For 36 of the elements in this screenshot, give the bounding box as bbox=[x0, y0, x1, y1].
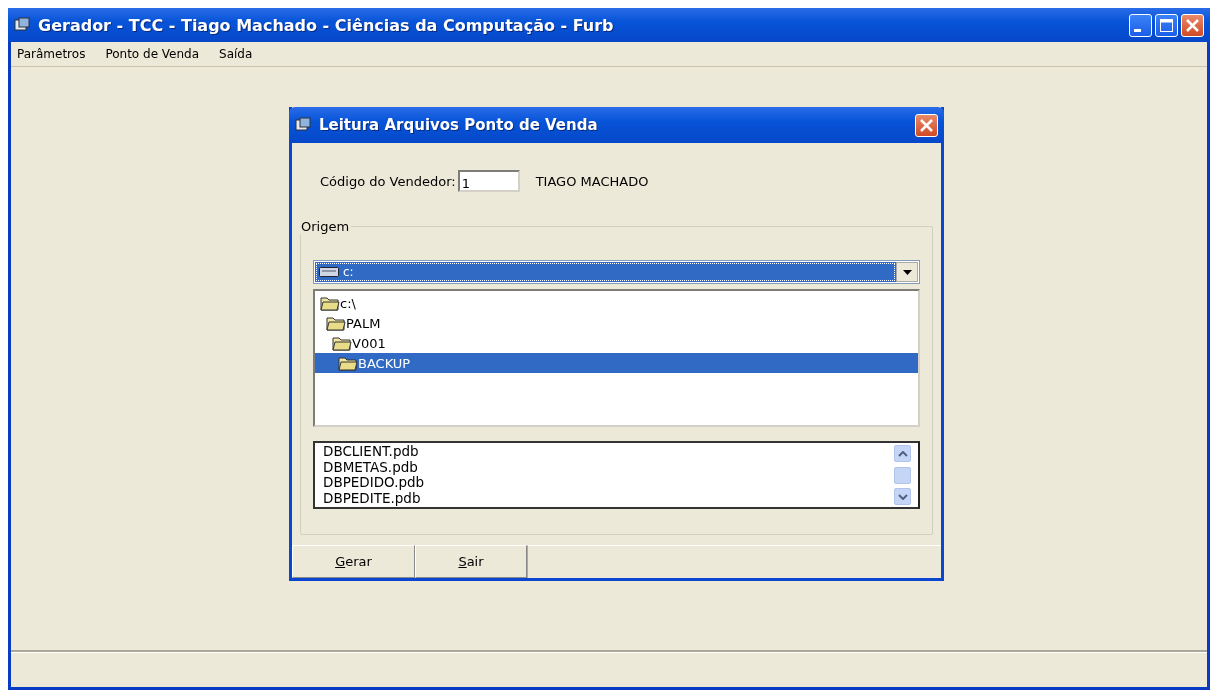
vendor-code-label: Código do Vendedor: bbox=[320, 173, 456, 189]
action-button[interactable]: Gerar bbox=[292, 545, 415, 578]
maximize-button[interactable] bbox=[1155, 13, 1178, 37]
app-icon bbox=[295, 117, 311, 133]
minimize-icon bbox=[1134, 28, 1141, 32]
menu-item[interactable]: Ponto de Venda bbox=[105, 47, 200, 61]
folder-item[interactable]: BACKUP bbox=[315, 353, 918, 373]
folder-icon bbox=[338, 355, 358, 371]
folder-icon bbox=[326, 315, 346, 331]
drive-label: c: bbox=[343, 265, 354, 279]
window-title: Gerador - TCC - Tiago Machado - Ciências da Computação - Furb bbox=[38, 15, 614, 35]
folder-item[interactable]: c:\ bbox=[315, 293, 918, 313]
folder-icon bbox=[320, 295, 340, 311]
menu-item[interactable]: Parâmetros bbox=[17, 47, 86, 61]
folder-icon bbox=[332, 335, 352, 351]
drive-icon bbox=[319, 266, 339, 278]
minimize-button[interactable] bbox=[1129, 13, 1152, 37]
vendor-code-field[interactable]: 1 bbox=[457, 170, 520, 192]
group-legend: Origem bbox=[299, 219, 352, 234]
file-item[interactable]: DBMETAS.pdb bbox=[323, 459, 886, 475]
folder-item[interactable]: PALM bbox=[315, 313, 918, 333]
file-item[interactable]: DBPEDIDO.pdb bbox=[323, 475, 886, 491]
scrollbar-thumb[interactable] bbox=[894, 466, 911, 484]
action-button[interactable]: Sair bbox=[415, 545, 527, 578]
close-button[interactable] bbox=[915, 113, 938, 137]
app-icon bbox=[14, 17, 30, 33]
scroll-down-icon[interactable] bbox=[894, 488, 911, 505]
drive-dropdown[interactable]: c: bbox=[313, 260, 920, 284]
menu-item[interactable]: Saída bbox=[219, 47, 253, 61]
file-item[interactable]: DBCLIENT.pdb bbox=[323, 444, 886, 460]
dialog-title: Leitura Arquivos Ponto de Venda bbox=[319, 116, 598, 134]
close-button[interactable] bbox=[1181, 13, 1204, 37]
scroll-up-icon[interactable] bbox=[894, 445, 911, 462]
vendor-name: TIAGO MACHADO bbox=[535, 173, 649, 189]
folder-item[interactable]: V001 bbox=[315, 333, 918, 353]
file-item[interactable]: DBPEDITE.pdb bbox=[323, 490, 886, 506]
